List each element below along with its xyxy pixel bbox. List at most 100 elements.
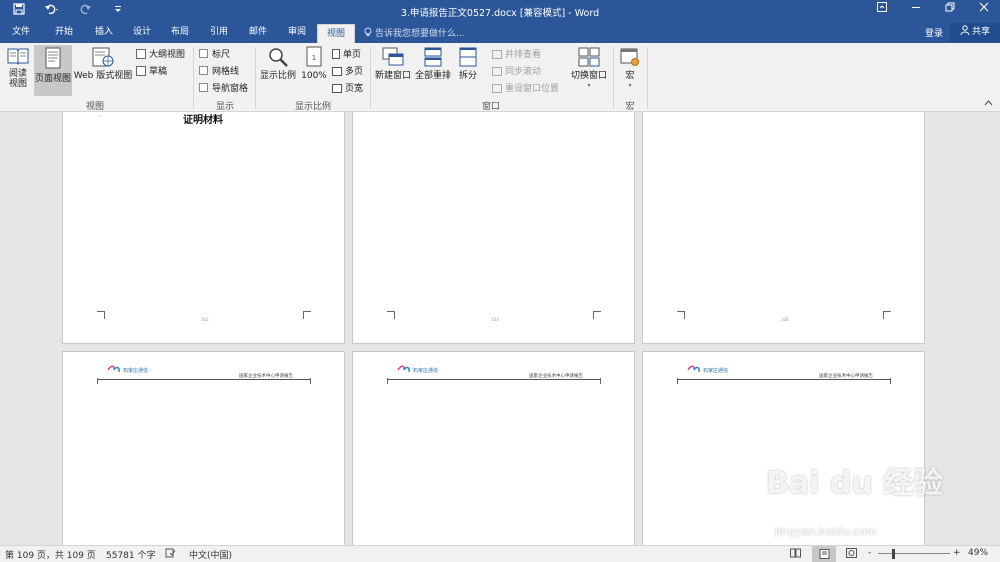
draft-button[interactable]: 草稿 bbox=[136, 64, 167, 77]
page-number: 103 bbox=[491, 317, 499, 322]
tab-layout[interactable]: 布局 bbox=[163, 22, 197, 43]
zoom-level[interactable]: 49% bbox=[968, 548, 988, 558]
document-page[interactable]: 石家庄通信 国家企业技术中心申请报告 bbox=[62, 351, 345, 545]
outline-icon bbox=[136, 49, 146, 59]
share-label: 共享 bbox=[971, 27, 990, 37]
document-page[interactable]: 104 bbox=[642, 112, 925, 344]
zoom-100-label: 100% bbox=[301, 71, 327, 81]
document-page[interactable]: 103 bbox=[352, 112, 635, 344]
tab-mailings[interactable]: 邮件 bbox=[241, 22, 275, 43]
ribbon-tab-bar: 文件 开始 插入 设计 布局 引用 邮件 审阅 视图 告诉我您想要做什么... … bbox=[0, 22, 1000, 43]
document-page[interactable]: 证明材料 · 102 bbox=[62, 112, 345, 344]
ribbon-separator bbox=[255, 47, 256, 109]
gridlines-checkbox[interactable]: 网格线 bbox=[199, 64, 239, 77]
one-page-icon bbox=[332, 49, 340, 59]
page-heading: 证明材料 bbox=[183, 115, 223, 126]
group-label-show: 显示 bbox=[215, 102, 234, 112]
one-page-button[interactable]: 单页 bbox=[332, 47, 361, 60]
tab-file[interactable]: 文件 bbox=[4, 22, 38, 43]
outline-button[interactable]: 大纲视图 bbox=[136, 47, 185, 60]
nav-pane-check-box[interactable] bbox=[199, 83, 208, 92]
proofing-icon[interactable] bbox=[165, 548, 176, 561]
sync-scroll-icon bbox=[492, 67, 502, 76]
read-mode-view-icon[interactable] bbox=[790, 548, 801, 561]
tab-design[interactable]: 设计 bbox=[125, 22, 159, 43]
print-layout-button[interactable]: 页面视图 bbox=[34, 45, 72, 96]
zoom-out-button[interactable]: - bbox=[868, 548, 871, 558]
macros-label: 宏 bbox=[625, 71, 635, 81]
ribbon-separator bbox=[613, 47, 614, 109]
header-logo-text: 石家庄通信 bbox=[123, 368, 149, 374]
macros-button[interactable]: 宏 ▾ bbox=[617, 46, 643, 96]
crop-mark bbox=[303, 378, 311, 384]
draft-icon bbox=[136, 66, 146, 76]
page-width-button[interactable]: 页宽 bbox=[332, 81, 363, 94]
group-label-window: 窗口 bbox=[481, 102, 500, 112]
nav-pane-label: 导航窗格 bbox=[212, 84, 249, 94]
gridlines-check-box[interactable] bbox=[199, 66, 208, 75]
nav-pane-checkbox[interactable]: 导航窗格 bbox=[199, 81, 248, 94]
share-button[interactable]: 共享 bbox=[950, 23, 1000, 42]
tab-references[interactable]: 引用 bbox=[202, 22, 236, 43]
tab-view[interactable]: 视图 bbox=[317, 24, 355, 43]
signin-link[interactable]: 登录 bbox=[925, 26, 943, 39]
web-layout-button[interactable]: Web 版式视图 bbox=[73, 46, 133, 96]
crop-mark bbox=[97, 311, 105, 319]
ruler-checkbox[interactable]: 标尺 bbox=[199, 47, 230, 60]
read-mode-button[interactable]: 阅读 视图 bbox=[3, 46, 33, 96]
print-layout-label: 页面视图 bbox=[34, 74, 71, 84]
zoom-100-button[interactable]: 1 100% bbox=[299, 46, 329, 96]
document-page[interactable]: 石家庄通信 国家企业技术中心申请报告 bbox=[352, 351, 635, 545]
crop-mark bbox=[677, 311, 685, 319]
side-by-side-icon bbox=[492, 50, 502, 59]
web-layout-icon bbox=[92, 47, 114, 67]
arrange-all-icon bbox=[424, 47, 442, 67]
ribbon-view: 阅读 视图 页面视图 Web 版式视图 大纲视图 草稿 视图 标尺 网格线 导航… bbox=[0, 43, 1000, 112]
zoom-slider-thumb[interactable] bbox=[892, 549, 895, 559]
print-layout-view-icon[interactable] bbox=[812, 546, 836, 562]
page-width-label: 页宽 bbox=[345, 84, 364, 94]
crop-mark bbox=[883, 378, 891, 384]
zoom-button[interactable]: 显示比例 bbox=[259, 46, 297, 96]
header-rule bbox=[97, 379, 311, 380]
bullet-dot: · bbox=[99, 113, 101, 120]
language-status[interactable]: 中文(中国) bbox=[189, 548, 232, 561]
switch-windows-button[interactable]: 切换窗口 ▾ bbox=[568, 46, 610, 96]
new-window-button[interactable]: 新建窗口 bbox=[373, 46, 413, 96]
multiple-pages-button[interactable]: 多页 bbox=[332, 64, 363, 77]
tab-insert[interactable]: 插入 bbox=[86, 22, 122, 43]
baidu-watermark-url: jingyan.baidu.com bbox=[775, 525, 877, 538]
tab-review[interactable]: 审阅 bbox=[280, 22, 314, 43]
document-page[interactable]: 石家庄通信 国家企业技术中心申请报告 bbox=[642, 351, 925, 545]
multiple-pages-icon bbox=[332, 67, 342, 76]
arrange-all-button[interactable]: 全部重排 bbox=[413, 46, 453, 96]
ribbon-display-options-icon[interactable] bbox=[873, 2, 891, 18]
ribbon-separator bbox=[193, 47, 194, 109]
view-side-by-side-button[interactable]: 并排查看 bbox=[492, 47, 541, 60]
page-count-status[interactable]: 第 109 页，共 109 页 bbox=[5, 548, 96, 561]
page-number: 104 bbox=[781, 317, 789, 322]
crop-mark bbox=[97, 378, 105, 384]
close-icon[interactable] bbox=[975, 2, 993, 18]
collapse-ribbon-icon[interactable] bbox=[984, 99, 993, 109]
crop-mark bbox=[883, 311, 891, 319]
page-number: 102 bbox=[201, 317, 209, 322]
split-button[interactable]: 拆分 bbox=[455, 46, 481, 96]
header-rule bbox=[677, 379, 891, 380]
crop-mark bbox=[387, 378, 395, 384]
minimize-icon[interactable] bbox=[907, 2, 925, 18]
ruler-check-box[interactable] bbox=[199, 49, 208, 58]
reset-window-position-button[interactable]: 重设窗口位置 bbox=[492, 81, 559, 94]
tab-home[interactable]: 开始 bbox=[46, 22, 82, 43]
web-layout-view-icon[interactable] bbox=[846, 548, 857, 561]
person-icon bbox=[960, 25, 970, 36]
zoom-slider-track[interactable] bbox=[878, 553, 950, 554]
tell-me-box[interactable]: 告诉我您想要做什么... bbox=[364, 26, 465, 39]
baidu-watermark: Bai du 经验 bbox=[766, 466, 944, 501]
sync-scrolling-button[interactable]: 同步滚动 bbox=[492, 64, 541, 77]
lightbulb-icon bbox=[364, 27, 372, 36]
restore-icon[interactable] bbox=[941, 2, 959, 18]
window-title: 3.申请报告正文0527.docx [兼容模式] - Word bbox=[400, 8, 600, 19]
word-count-status[interactable]: 55781 个字 bbox=[106, 548, 156, 561]
zoom-in-button[interactable]: + bbox=[953, 548, 961, 558]
